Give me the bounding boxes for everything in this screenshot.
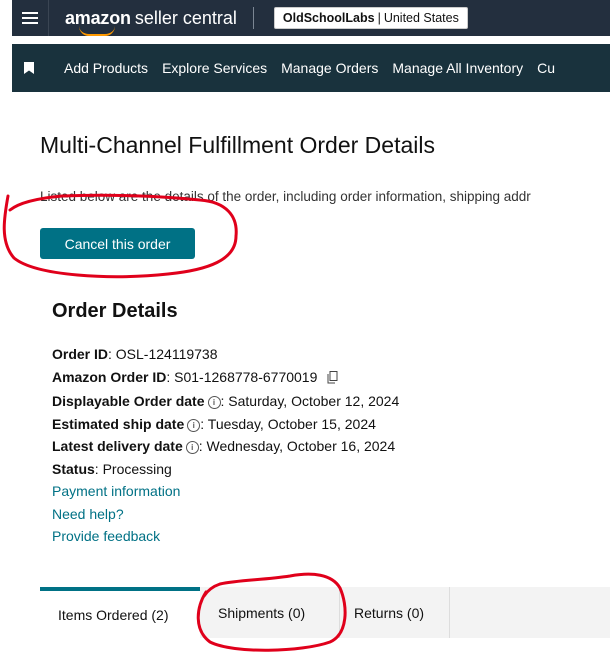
status-row: Status: Processing [52,458,399,481]
page-title: Multi-Channel Fulfillment Order Details [40,132,435,158]
amazon-smile-icon [79,26,115,36]
account-name: OldSchoolLabs [282,11,375,25]
provide-feedback-link[interactable]: Provide feedback [52,528,160,544]
status-value: : Processing [94,460,172,477]
menu-icon[interactable] [12,0,48,36]
header-divider [48,0,49,36]
main-nav: Add Products Explore Services Manage Ord… [12,44,610,92]
payment-info-link[interactable]: Payment information [52,483,180,499]
amazon-order-id-value: : S01-1268778-6770019 [166,368,318,385]
order-id-value: : OSL-124119738 [108,346,218,362]
latest-delivery-row: Latest delivery date i: Wednesday, Octobe… [52,435,399,458]
bookmark-icon[interactable] [12,62,46,74]
nav-manage-inventory[interactable]: Manage All Inventory [392,60,523,76]
order-tabs: Items Ordered (2) Shipments (0) Returns … [40,587,610,638]
brand-separator [252,7,254,29]
est-ship-row: Estimated ship date i: Tuesday, October 1… [52,413,399,436]
intro-text: Listed below are the details of the orde… [40,189,531,204]
nav-truncated-item[interactable]: Cu [537,60,555,76]
amazon-order-id-row: Amazon Order ID: S01-1268778-6770019 [52,366,399,391]
cancel-order-button[interactable]: Cancel this order [40,228,195,259]
order-id-label: Order ID [52,346,109,362]
displayable-date-value: : Saturday, October 12, 2024 [220,393,400,409]
nav-add-products[interactable]: Add Products [64,60,148,76]
seller-central-logo[interactable]: amazon seller central [65,8,237,36]
info-icon[interactable]: i [187,418,201,432]
tab-returns[interactable]: Returns (0) [340,587,450,638]
displayable-date-label: Displayable Order date [52,393,205,409]
account-separator: | [377,11,381,25]
brand-seller-central: seller central [134,8,237,28]
amazon-order-id-label: Amazon Order ID [52,368,167,385]
order-details-heading: Order Details [52,300,178,322]
nav-explore-services[interactable]: Explore Services [162,60,267,76]
need-help-link[interactable]: Need help? [52,506,124,522]
est-ship-value: : Tuesday, October 15, 2024 [200,415,376,432]
tab-shipments[interactable]: Shipments (0) [200,587,340,638]
order-id-row: Order ID: OSL-124119738 [52,343,399,366]
nav-manage-orders[interactable]: Manage Orders [281,60,378,76]
est-ship-label: Estimated ship date [52,415,185,432]
status-label: Status [52,460,95,477]
marketplace-name: United States [383,11,459,25]
displayable-date-row: Displayable Order date i: Saturday, Octob… [52,390,399,413]
tab-items-ordered[interactable]: Items Ordered (2) [40,587,200,638]
brand-amazon: amazon [65,8,131,28]
top-header: amazon seller central OldSchoolLabs | Un… [12,0,610,36]
copy-icon[interactable] [327,368,338,391]
info-icon[interactable]: i [207,396,221,409]
order-details-list: Order ID: OSL-124119738 Amazon Order ID:… [52,343,399,548]
info-icon[interactable]: i [185,441,199,454]
account-switcher[interactable]: OldSchoolLabs | United States [273,7,468,29]
latest-delivery-label: Latest delivery date [52,438,183,454]
latest-delivery-value: : Wednesday, October 16, 2024 [198,438,396,454]
